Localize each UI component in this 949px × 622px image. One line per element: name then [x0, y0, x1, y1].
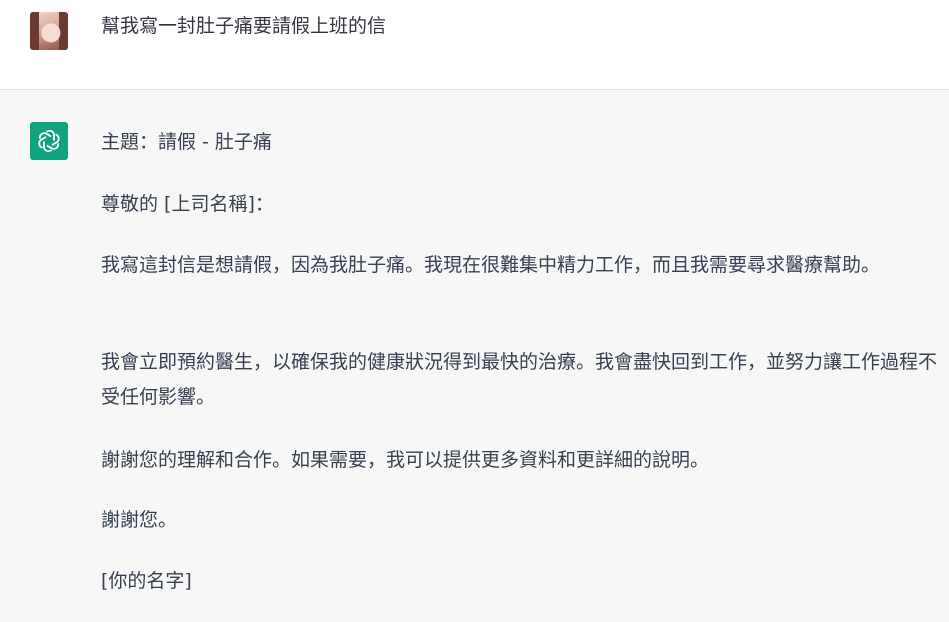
letter-body-paragraph-1: 我寫這封信是想請假，因為我肚子痛。我現在很難集中精力工作，而且我需要尋求醫療幫助…	[101, 254, 881, 276]
letter-body-paragraph-2: 我會立即預約醫生，以確保我的健康狀況得到最快的治療。我會盡快回到工作，並努力讓工…	[101, 351, 938, 408]
letter-subject: 主題：請假 - 肚子痛	[101, 131, 272, 153]
user-message-row: 幫我寫一封肚子痛要請假上班的信	[0, 0, 949, 90]
letter-closing: 謝謝您。	[101, 509, 178, 531]
user-avatar	[30, 12, 68, 50]
letter-signature: [你的名字]	[101, 570, 192, 592]
letter-greeting: 尊敬的 [上司名稱]：	[101, 193, 274, 215]
letter-thanks-paragraph: 謝謝您的理解和合作。如果需要，我可以提供更多資料和更詳細的說明。	[101, 449, 710, 471]
chat-page: 幫我寫一封肚子痛要請假上班的信 主題：請假 - 肚子痛 尊敬的 [上司名稱]： …	[0, 0, 949, 622]
user-message-text: 幫我寫一封肚子痛要請假上班的信	[101, 15, 387, 37]
openai-logo-icon	[30, 122, 68, 160]
assistant-message-row: 主題：請假 - 肚子痛 尊敬的 [上司名稱]： 我寫這封信是想請假，因為我肚子痛…	[0, 90, 949, 622]
